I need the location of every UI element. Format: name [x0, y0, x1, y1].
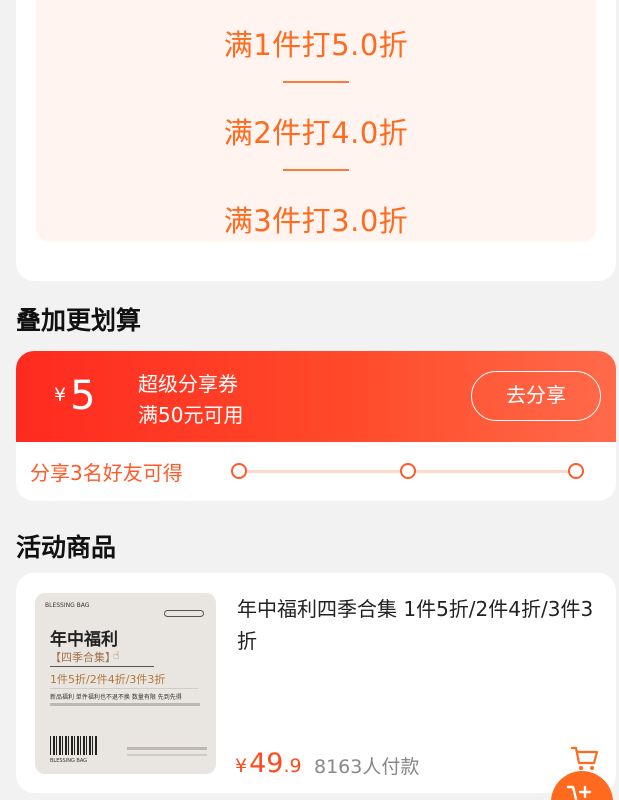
barcode-icon: [50, 736, 98, 755]
share-coupon-card: ¥5 超级分享券 满50元可用 去分享 分享3名好友可得: [16, 351, 616, 501]
product-price: ¥49.9: [235, 748, 302, 779]
discount-tiers-panel: 满1件打5.0折 满2件打4.0折 满3件打3.0折: [36, 0, 596, 242]
discount-tiers-card: 满1件打5.0折 满2件打4.0折 满3件打3.0折: [16, 0, 616, 281]
coupon-value: 5: [70, 373, 96, 419]
thumb-subtitle: 【四季合集】: [50, 651, 116, 664]
product-sales-count: 8163人付款: [314, 756, 420, 778]
thumb-barcode-label: BLESSING BAG: [50, 758, 88, 764]
thumb-title: 年中福利: [50, 630, 118, 650]
share-progress-label: 分享3名好友可得: [30, 461, 183, 485]
thumb-footer-text: [127, 754, 207, 756]
product-card[interactable]: BLESSING BAG 年中福利 【四季合集】 ☝ 1件5折/2件4折/3件3…: [16, 573, 616, 793]
discount-tier-2: 满2件打4.0折: [223, 116, 409, 150]
coupon-amount: ¥5: [54, 373, 96, 419]
thumb-note: 新品福利 单件福利也不退不换 数量有限 先到先得: [50, 694, 182, 701]
stack-section-title: 叠加更划算: [16, 306, 142, 335]
floating-cart-icon: [566, 785, 592, 800]
progress-step-2: [400, 463, 416, 479]
share-button[interactable]: 去分享: [471, 371, 601, 421]
coupon-currency: ¥: [54, 384, 67, 406]
discount-tier-3: 满3件打3.0折: [223, 204, 409, 238]
thumb-fine-print: [50, 703, 200, 706]
coupon-name: 超级分享券: [138, 372, 238, 396]
thumb-divider: [50, 666, 154, 667]
thumb-footer-text: [127, 747, 207, 750]
thumb-brand: BLESSING BAG: [45, 602, 90, 609]
product-thumbnail[interactable]: BLESSING BAG 年中福利 【四季合集】 ☝ 1件5折/2件4折/3件3…: [35, 593, 216, 774]
progress-step-3: [568, 463, 584, 479]
thumb-promo: 1件5折/2件4折/3件3折: [50, 673, 166, 686]
progress-step-1: [231, 463, 247, 479]
thumb-tag: [164, 610, 204, 617]
pointer-icon: ☝: [113, 649, 120, 662]
cart-icon[interactable]: [571, 746, 599, 772]
price-currency: ¥: [235, 755, 248, 777]
coupon-banner: ¥5 超级分享券 满50元可用 去分享: [16, 351, 616, 442]
tier-divider: [283, 81, 349, 83]
thumb-divider: [50, 688, 198, 689]
price-decimal: .9: [283, 755, 302, 777]
product-title[interactable]: 年中福利四季合集 1件5折/2件4折/3件3折: [237, 593, 602, 657]
tier-divider: [283, 169, 349, 171]
price-integer: 49: [249, 748, 284, 779]
products-section-title: 活动商品: [16, 533, 117, 562]
discount-tier-1: 满1件打5.0折: [223, 28, 409, 62]
coupon-condition: 满50元可用: [138, 403, 244, 427]
